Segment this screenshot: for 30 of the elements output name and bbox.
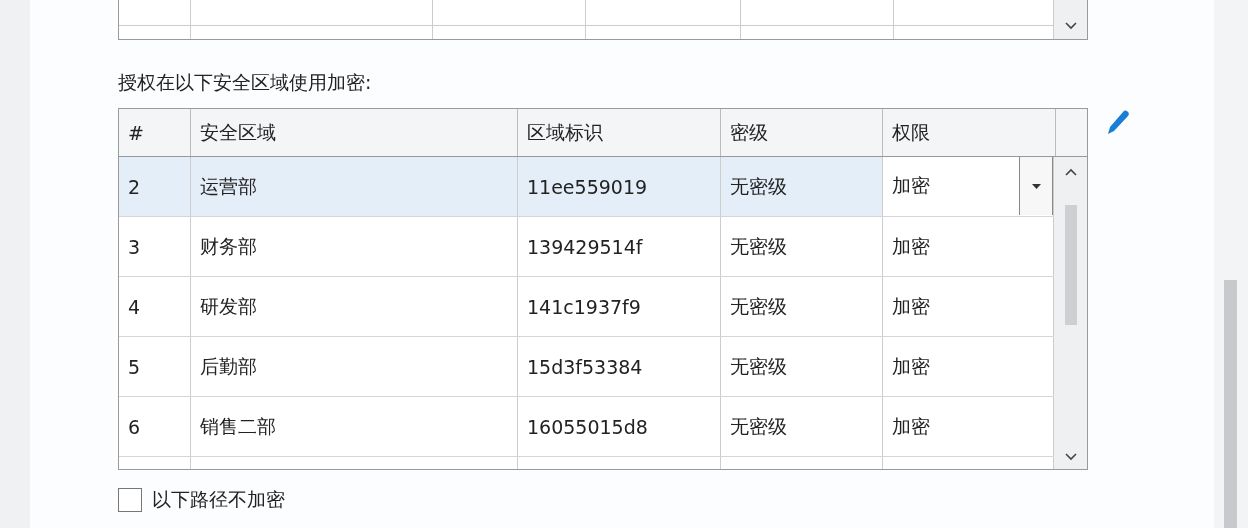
column-header[interactable]: 安全区域 (191, 109, 518, 156)
table-cell: 无密级 (721, 217, 883, 276)
table-cell: 5 (119, 337, 191, 396)
table-cell: 4 (119, 277, 191, 336)
table-cell: 无密级 (721, 337, 883, 396)
table-cell: 3 (119, 217, 191, 276)
table-row[interactable]: 5 后勤部 15d3f53384 无密级 加密 (119, 337, 1054, 397)
column-header[interactable]: 权限 (883, 109, 1056, 156)
table-cell: 无密级 (721, 397, 883, 456)
column-header[interactable]: # (119, 109, 191, 156)
table-cell: 后勤部 (191, 337, 518, 396)
table-cell: 11ee559019 (518, 157, 721, 216)
column-header[interactable]: 区域标识 (518, 109, 721, 156)
table-row[interactable]: 2 运营部 11ee559019 无密级 加密 (119, 157, 1054, 217)
checkbox-label[interactable]: 以下路径不加密 (152, 487, 285, 513)
table-cell: 15d3f53384 (518, 337, 721, 396)
table-cell: 财务部 (191, 217, 518, 276)
table-cell: 销售二部 (191, 397, 518, 456)
table-row[interactable]: 3 财务部 139429514f 无密级 加密 (119, 217, 1054, 277)
table-cell: 139429514f (518, 217, 721, 276)
table-cell: 6 (119, 397, 191, 456)
column-header[interactable]: 密级 (721, 109, 883, 156)
table-cell: 无密级 (721, 277, 883, 336)
section-label: 授权在以下安全区域使用加密: (118, 70, 373, 95)
table-cell: 研发部 (191, 277, 518, 336)
table-cell: 16055015d8 (518, 397, 721, 456)
table-cell: 141c1937f9 (518, 277, 721, 336)
table-cell: 2 (119, 157, 191, 216)
table-row[interactable]: 4 研发部 141c1937f9 无密级 加密 (119, 277, 1054, 337)
table-cell: 运营部 (191, 157, 518, 216)
